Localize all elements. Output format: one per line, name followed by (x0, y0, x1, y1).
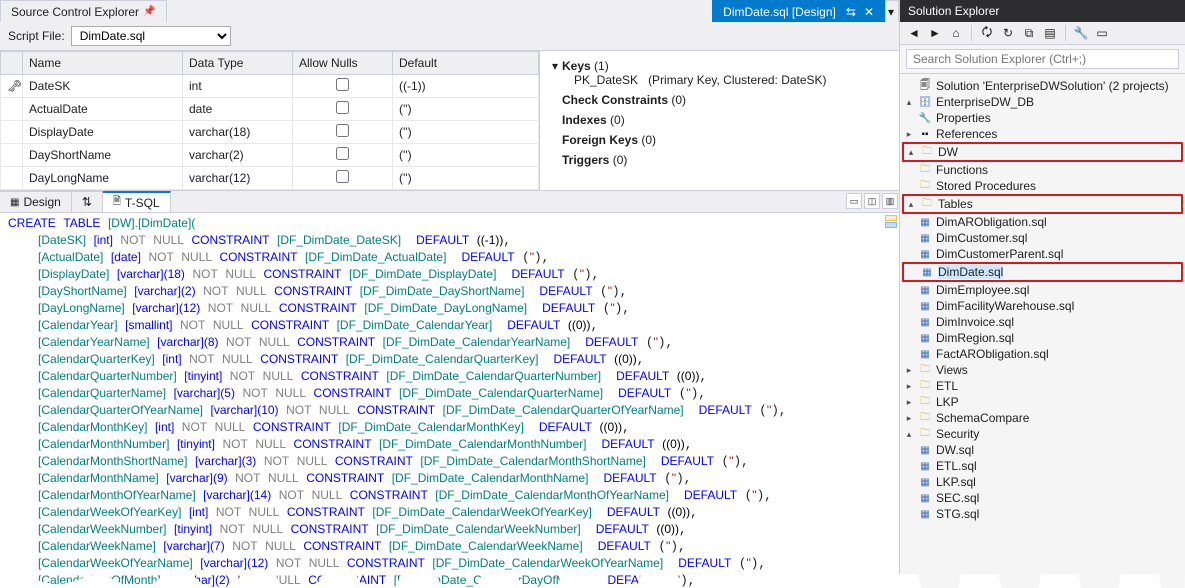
tab-label: Source Control Explorer (11, 5, 139, 19)
tab-design[interactable]: ▦Design (0, 191, 72, 212)
back-icon[interactable]: ◄ (906, 25, 922, 41)
table-row[interactable]: 🗝DateSKint((-1)) (1, 75, 539, 98)
properties-node[interactable]: 🔧Properties (902, 110, 1183, 126)
security-file[interactable]: ▦DW.sql (902, 442, 1183, 458)
triggers-heading[interactable]: Triggers (562, 153, 609, 167)
pin-icon[interactable]: ⇆ (846, 5, 856, 19)
col-header-default[interactable]: Default (393, 52, 539, 75)
search-input[interactable] (906, 49, 1179, 69)
script-file-row: Script File: DimDate.sql (0, 22, 899, 51)
keys-heading[interactable]: Keys (562, 59, 591, 73)
allow-nulls-checkbox[interactable] (336, 170, 349, 183)
sprocs-folder[interactable]: 🗀Stored Procedures (902, 178, 1183, 194)
lkp-folder[interactable]: ▸🗀LKP (902, 394, 1183, 410)
col-header-type[interactable]: Data Type (183, 52, 293, 75)
home-icon[interactable]: ⌂ (948, 25, 964, 41)
table-row[interactable]: DayShortNamevarchar(2)('') (1, 144, 539, 167)
tab-label: DimDate.sql [Design] (723, 5, 836, 19)
table-file[interactable]: ▦DimRegion.sql (902, 330, 1183, 346)
sql-editor[interactable]: CREATE TABLE [DW].[DimDate]( [DateSK] [i… (0, 213, 899, 588)
solution-explorer-toolbar: ◄ ► ⌂ 🗘 ↻ ⧉ ▤ 🔧 ▭ (900, 22, 1185, 45)
table-file-dimdate[interactable]: ▦DimDate.sql (902, 262, 1183, 282)
table-row[interactable]: DisplayDatevarchar(18)('') (1, 121, 539, 144)
tab-arrows[interactable]: ⇅ (72, 191, 103, 212)
functions-folder[interactable]: 🗀Functions (902, 162, 1183, 178)
script-file-label: Script File: (8, 29, 65, 43)
foreign-keys-heading[interactable]: Foreign Keys (562, 133, 638, 147)
tables-folder[interactable]: ▴🗀Tables (902, 194, 1183, 214)
split-view-buttons[interactable]: ▭◫▥ (845, 191, 899, 212)
tab-dimdate-design[interactable]: DimDate.sql [Design] ⇆ ✕ (712, 0, 885, 22)
collapse-all-icon[interactable]: ⧉ (1021, 25, 1037, 41)
solution-explorer-panel: Solution Explorer ◄ ► ⌂ 🗘 ↻ ⧉ ▤ 🔧 ▭ 🗐Sol… (900, 0, 1185, 588)
tab-overflow[interactable]: ▾ (885, 0, 899, 22)
document-tab-bar: Source Control Explorer 📌 DimDate.sql [D… (0, 0, 899, 22)
editor-panel: Source Control Explorer 📌 DimDate.sql [D… (0, 0, 900, 588)
designer-bottom-tabs: ▦Design ⇅ 🗎T-SQL ▭◫▥ (0, 191, 899, 213)
pin-icon[interactable]: 📌 (143, 6, 155, 17)
security-file[interactable]: ▦LKP.sql (902, 474, 1183, 490)
schemacompare-folder[interactable]: ▸🗀SchemaCompare (902, 410, 1183, 426)
security-folder[interactable]: ▴🗀Security (902, 426, 1183, 442)
script-file-select[interactable]: DimDate.sql (71, 26, 231, 46)
table-file[interactable]: ▦DimCustomerParent.sql (902, 246, 1183, 262)
solution-explorer-search (900, 45, 1185, 74)
properties-icon[interactable]: 🔧 (1073, 25, 1089, 41)
project-node[interactable]: ▴🗄EnterpriseDW_DB (902, 94, 1183, 110)
allow-nulls-checkbox[interactable] (336, 124, 349, 137)
security-file[interactable]: ▦SEC.sql (902, 490, 1183, 506)
etl-folder[interactable]: ▸🗀ETL (902, 378, 1183, 394)
col-header-nulls[interactable]: Allow Nulls (293, 52, 393, 75)
security-file[interactable]: ▦STG.sql (902, 506, 1183, 522)
torn-edge (0, 574, 1185, 588)
key-pk[interactable]: PK_DateSK (574, 73, 638, 87)
table-file[interactable]: ▦DimFacilityWarehouse.sql (902, 298, 1183, 314)
forward-icon[interactable]: ► (927, 25, 943, 41)
table-row[interactable]: DayLongNamevarchar(12)('') (1, 167, 539, 190)
table-file[interactable]: ▦DimARObligation.sql (902, 214, 1183, 230)
table-row[interactable]: ActualDatedate('') (1, 98, 539, 121)
indexes-heading[interactable]: Indexes (562, 113, 607, 127)
refresh-icon[interactable]: ↻ (1000, 25, 1016, 41)
tab-tsql[interactable]: 🗎T-SQL (103, 191, 171, 212)
table-file[interactable]: ▦DimInvoice.sql (902, 314, 1183, 330)
table-file[interactable]: ▦FactARObligation.sql (902, 346, 1183, 362)
table-file[interactable]: ▦DimEmployee.sql (902, 282, 1183, 298)
sync-icon[interactable]: 🗘 (979, 25, 995, 41)
references-node[interactable]: ▸▪▪References (902, 126, 1183, 142)
security-file[interactable]: ▦ETL.sql (902, 458, 1183, 474)
col-header-name[interactable]: Name (23, 52, 183, 75)
keys-panel: ▾Keys (1) PK_DateSK (Primary Key, Cluste… (540, 51, 899, 190)
dw-folder[interactable]: ▴🗀DW (902, 142, 1183, 162)
table-file[interactable]: ▦DimCustomer.sql (902, 230, 1183, 246)
designer-split: Name Data Type Allow Nulls Default 🗝Date… (0, 51, 899, 191)
solution-explorer-title: Solution Explorer (900, 0, 1185, 22)
allow-nulls-checkbox[interactable] (336, 78, 349, 91)
allow-nulls-checkbox[interactable] (336, 101, 349, 114)
tab-source-control-explorer[interactable]: Source Control Explorer 📌 (0, 0, 167, 22)
check-constraints-heading[interactable]: Check Constraints (562, 93, 668, 107)
columns-grid[interactable]: Name Data Type Allow Nulls Default 🗝Date… (0, 51, 540, 190)
solution-tree[interactable]: 🗐Solution 'EnterpriseDWSolution' (2 proj… (900, 74, 1185, 588)
allow-nulls-checkbox[interactable] (336, 147, 349, 160)
show-all-files-icon[interactable]: ▤ (1042, 25, 1058, 41)
close-icon[interactable]: ✕ (864, 5, 874, 19)
solution-node[interactable]: 🗐Solution 'EnterpriseDWSolution' (2 proj… (902, 78, 1183, 94)
views-folder[interactable]: ▸🗀Views (902, 362, 1183, 378)
preview-icon[interactable]: ▭ (1094, 25, 1110, 41)
